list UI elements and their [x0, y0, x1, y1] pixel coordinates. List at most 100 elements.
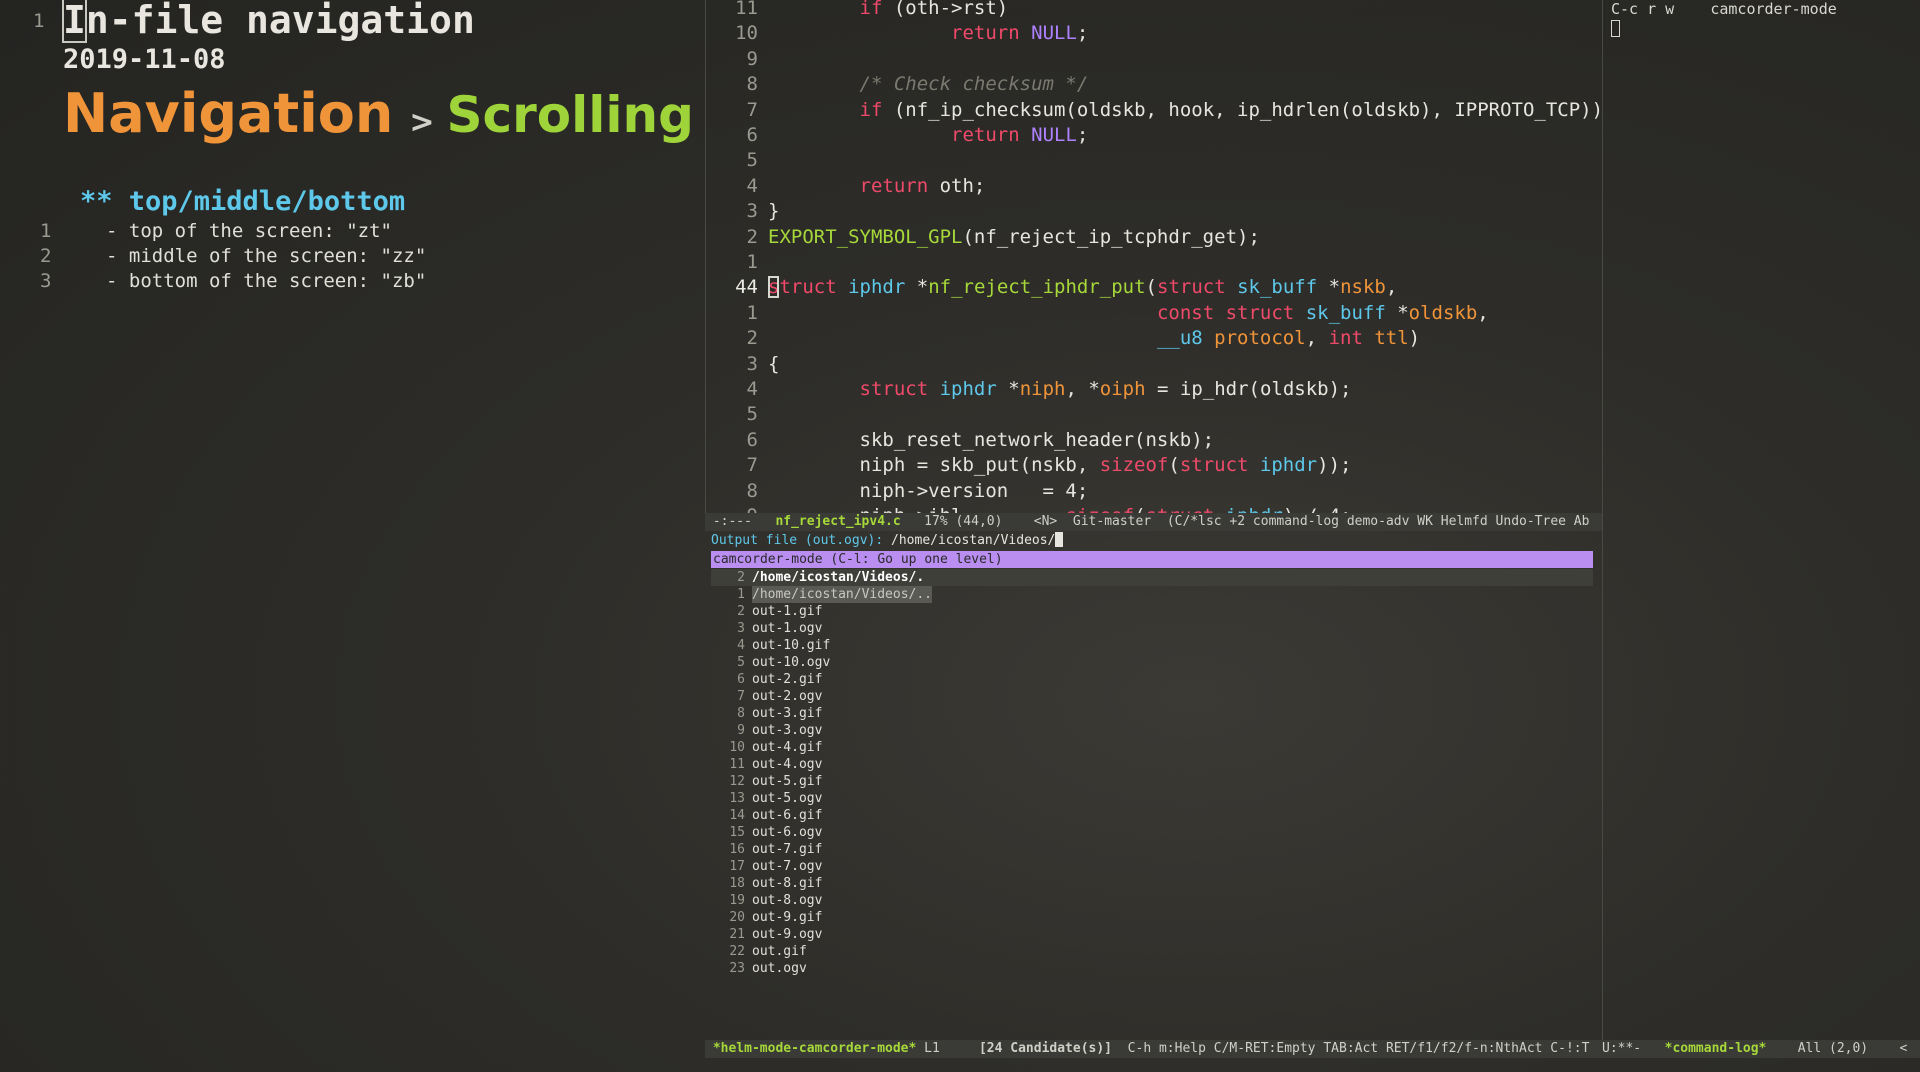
code-line[interactable]: 10 return NULL;: [706, 21, 1603, 46]
line-number: 7: [746, 98, 758, 121]
candidate-path: out-7.ogv: [752, 859, 823, 874]
helm-candidate[interactable]: 21 out-9.ogv: [711, 926, 1593, 943]
modeline-buffer-name: *command-log*: [1664, 1041, 1767, 1056]
helm-candidate[interactable]: 5 out-10.ogv: [711, 654, 1593, 671]
line-number: 6: [746, 124, 758, 146]
code-line[interactable]: 44 struct iphdr *nf_reject_iphdr_put(stru…: [706, 275, 1603, 300]
modeline-position: 17% (44,0): [924, 514, 1003, 529]
helm-candidate[interactable]: 1/home/icostan/Videos/..: [711, 586, 1593, 603]
candidate-number: 10: [729, 740, 745, 755]
code-line[interactable]: 8 /* Check checksum */: [706, 72, 1603, 97]
code-line[interactable]: 7 if (nf_ip_checksum(oldskb, hook, ip_hd…: [706, 98, 1603, 123]
slide-title[interactable]: In-file navigation: [62, 0, 475, 43]
helm-candidate[interactable]: 8 out-3.gif: [711, 705, 1593, 722]
minibuffer-prompt[interactable]: Output file (out.ogv): /home/icostan/Vid…: [711, 532, 1064, 548]
code-editor-pane[interactable]: 11 if (oth->rst) 10 return NULL; 9 8 /* Che…: [705, 0, 1603, 513]
slide-title-text: n-file navigation: [85, 0, 475, 42]
modeline-line: L1: [924, 1041, 940, 1056]
command-log-pane: C-c r w camcorder-mode: [1602, 0, 1920, 1040]
command-key: C-c r w: [1611, 0, 1675, 18]
prompt-input-value[interactable]: /home/icostan/Videos/: [891, 533, 1055, 548]
helm-candidate[interactable]: 19 out-8.ogv: [711, 892, 1593, 909]
candidate-path: out-6.gif: [752, 808, 823, 823]
helm-candidate[interactable]: 11 out-4.ogv: [711, 756, 1593, 773]
candidate-path: out-8.gif: [752, 876, 823, 891]
code-line[interactable]: 9 niph->ihl = sizeof(struct iphdr) / 4;: [706, 504, 1603, 513]
candidate-path: out.gif: [752, 944, 807, 959]
code-line[interactable]: 8 niph->version = 4;: [706, 479, 1603, 504]
helm-keybindings: C-h m:Help C/M-RET:Empty TAB:Act RET/f1/…: [1127, 1041, 1590, 1056]
prompt-label: Output file (out.ogv):: [711, 533, 892, 548]
line-number: 8: [746, 479, 758, 502]
helm-candidate[interactable]: 6 out-2.gif: [711, 671, 1593, 688]
helm-candidate[interactable]: 20 out-9.gif: [711, 909, 1593, 926]
line-number: 10: [735, 22, 758, 45]
code-line[interactable]: 1 const struct sk_buff *oldskb,: [706, 301, 1603, 326]
helm-candidate[interactable]: 4 out-10.gif: [711, 637, 1593, 654]
code-line[interactable]: 7 niph = skb_put(nskb, sizeof(struct iph…: [706, 453, 1603, 478]
helm-candidate[interactable]: 23 out.ogv: [711, 960, 1593, 977]
code-text: /* Check checksum */: [768, 73, 1089, 96]
line-number: 9: [746, 47, 758, 70]
breadcrumb: Navigation > Scrolling: [63, 82, 694, 145]
candidate-path: out-1.ogv: [752, 621, 823, 636]
helm-candidate[interactable]: 7 out-2.ogv: [711, 688, 1593, 705]
helm-candidate[interactable]: 12 out-5.gif: [711, 773, 1593, 790]
candidate-path: out-10.gif: [752, 638, 831, 653]
code-line[interactable]: 5: [706, 402, 1603, 427]
modeline-buffer-name: nf_reject_ipv4.c: [775, 514, 901, 529]
line-number: 1: [746, 301, 758, 324]
line-number: 1: [746, 251, 758, 273]
candidate-number: 17: [729, 859, 745, 874]
code-line[interactable]: 9: [706, 47, 1603, 72]
code-line[interactable]: 4 return oth;: [706, 174, 1603, 199]
code-text: {: [768, 352, 780, 375]
helm-candidate[interactable]: 13 out-5.ogv: [711, 790, 1593, 807]
helm-candidate[interactable]: 16 out-7.gif: [711, 841, 1593, 858]
code-line[interactable]: 4 struct iphdr *niph, *oiph = ip_hdr(old…: [706, 377, 1603, 402]
helm-candidate[interactable]: 18 out-8.gif: [711, 875, 1593, 892]
line-number: 3: [746, 200, 758, 223]
candidate-number: 2: [737, 604, 745, 619]
code-line[interactable]: 2 EXPORT_SYMBOL_GPL(nf_reject_ip_tcphdr_g…: [706, 225, 1603, 250]
helm-candidate[interactable]: 9 out-3.ogv: [711, 722, 1593, 739]
helm-candidate[interactable]: 10 out-4.gif: [711, 739, 1593, 756]
candidate-number: 20: [729, 910, 745, 925]
code-line[interactable]: 5: [706, 148, 1603, 173]
code-line[interactable]: 3{: [706, 352, 1603, 377]
code-line[interactable]: 6 return NULL;: [706, 123, 1603, 148]
candidate-number: 23: [729, 961, 745, 976]
code-line[interactable]: 3}: [706, 199, 1603, 224]
line-number: 2: [40, 245, 52, 267]
line-number: 3: [746, 352, 758, 375]
org-heading: ** top/middle/bottom: [80, 186, 406, 217]
candidate-number: 19: [729, 893, 745, 908]
command-log-mode-line: U:**- *command-log* All (2,0) <: [1602, 1040, 1920, 1058]
code-text: niph = skb_put(nskb, sizeof(struct iphdr…: [768, 454, 1352, 477]
candidate-number: 16: [729, 842, 745, 857]
code-text: __u8 protocol, int ttl): [1156, 327, 1421, 350]
helm-candidate[interactable]: 17 out-7.ogv: [711, 858, 1593, 875]
candidate-number: 3: [737, 621, 745, 636]
candidate-path: out-5.gif: [752, 774, 823, 789]
org-list-item: - top of the screen: "zt": [106, 220, 392, 242]
candidate-path: /home/icostan/Videos/.: [752, 570, 925, 585]
org-list-item: - middle of the screen: "zz": [106, 245, 427, 267]
candidate-number: 14: [729, 808, 745, 823]
code-line[interactable]: 11 if (oth->rst): [706, 0, 1603, 21]
helm-candidate[interactable]: 15 out-6.ogv: [711, 824, 1593, 841]
line-number: 44: [735, 276, 758, 299]
code-line[interactable]: 2 __u8 protocol, int ttl): [706, 326, 1603, 351]
helm-candidate[interactable]: 2 out-1.gif: [711, 603, 1593, 620]
code-line[interactable]: 1: [706, 250, 1603, 275]
text-cursor: s: [768, 276, 780, 299]
helm-candidate[interactable]: 3 out-1.ogv: [711, 620, 1593, 637]
helm-candidate[interactable]: 14 out-6.gif: [711, 807, 1593, 824]
helm-mode-line: *helm-mode-camcorder-mode* L1 [24 Candid…: [705, 1040, 1602, 1058]
helm-candidate-selected[interactable]: 2/home/icostan/Videos/.: [711, 569, 1593, 586]
candidate-path: out-7.gif: [752, 842, 823, 857]
line-number: 9: [706, 504, 758, 513]
helm-candidate[interactable]: 22 out.gif: [711, 943, 1593, 960]
code-line[interactable]: 6 skb_reset_network_header(nskb);: [706, 428, 1603, 453]
modeline-truncation-icon: <: [1899, 1041, 1908, 1056]
